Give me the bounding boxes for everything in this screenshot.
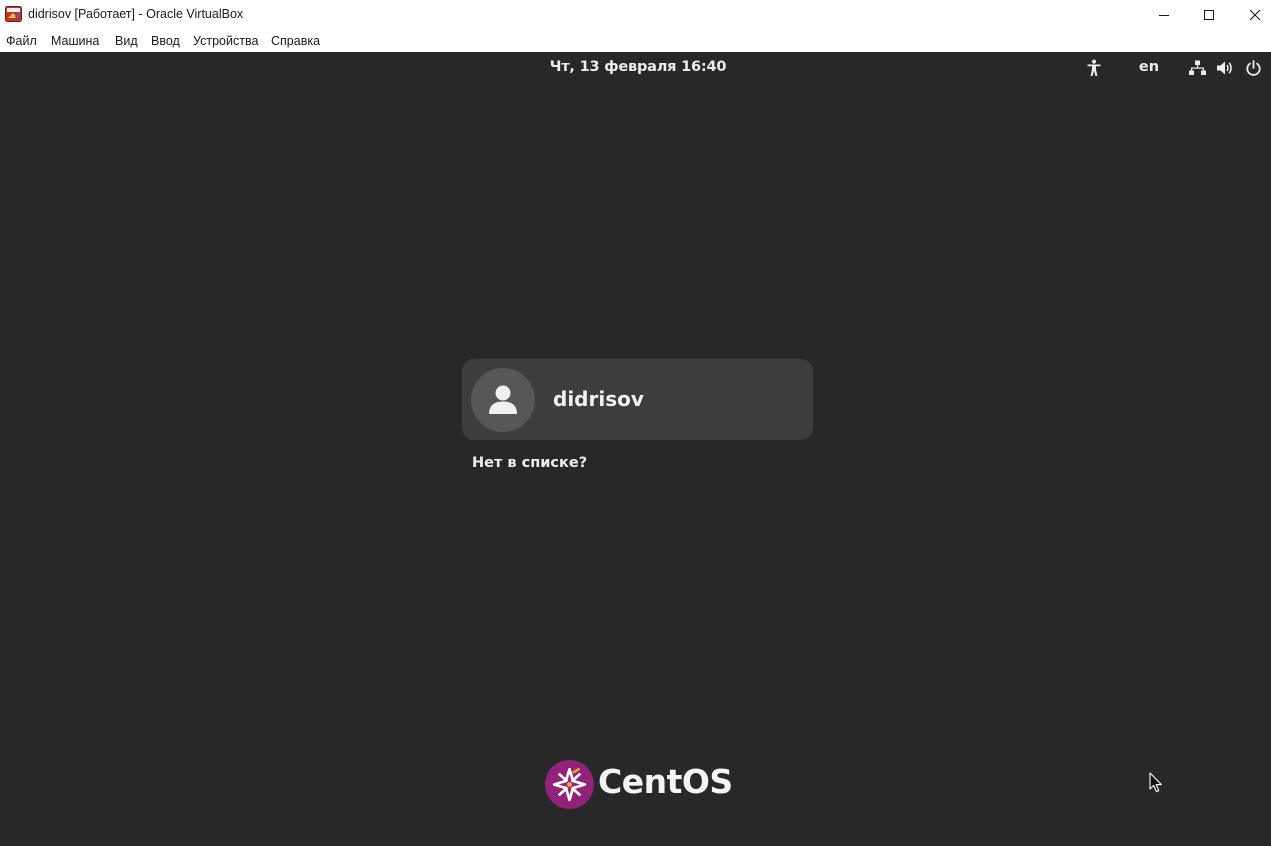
menu-file[interactable]: Файл <box>6 34 37 48</box>
vm-display[interactable]: Чт, 13 февраля 16:40 en didrisov Нет в с… <box>0 52 1271 846</box>
menu-view[interactable]: Вид <box>115 34 138 48</box>
menubar: Файл Машина Вид Ввод Устройства Справка <box>0 29 1271 53</box>
mouse-cursor-icon <box>1149 772 1163 794</box>
volume-icon[interactable] <box>1216 59 1234 77</box>
window-titlebar: didrisov [Работает] - Oracle VirtualBox <box>0 0 1271 29</box>
centos-wordmark: CentOS <box>598 762 733 801</box>
close-icon <box>1249 9 1261 20</box>
minimize-button[interactable] <box>1141 0 1187 29</box>
close-button[interactable] <box>1232 0 1271 29</box>
guest-top-bar: Чт, 13 февраля 16:40 en <box>0 52 1271 84</box>
window-title: didrisov [Работает] - Oracle VirtualBox <box>28 7 244 21</box>
power-icon[interactable] <box>1244 59 1262 77</box>
language-indicator[interactable]: en <box>1137 59 1161 75</box>
network-icon[interactable] <box>1188 59 1206 77</box>
not-listed-link[interactable]: Нет в списке? <box>472 455 587 471</box>
menu-machine[interactable]: Машина <box>51 34 99 48</box>
user-list-item[interactable]: didrisov <box>462 359 813 440</box>
clock[interactable]: Чт, 13 февраля 16:40 <box>0 59 1271 75</box>
centos-logo-icon <box>545 760 594 809</box>
menu-help[interactable]: Справка <box>271 34 320 48</box>
menu-input[interactable]: Ввод <box>151 34 180 48</box>
menu-devices[interactable]: Устройства <box>193 34 258 48</box>
minimize-icon <box>1159 14 1169 16</box>
accessibility-icon[interactable] <box>1085 59 1103 77</box>
user-avatar-icon <box>471 368 535 432</box>
virtualbox-icon <box>5 6 22 22</box>
maximize-icon <box>1204 9 1214 20</box>
maximize-button[interactable] <box>1186 0 1232 29</box>
user-name: didrisov <box>553 387 644 411</box>
